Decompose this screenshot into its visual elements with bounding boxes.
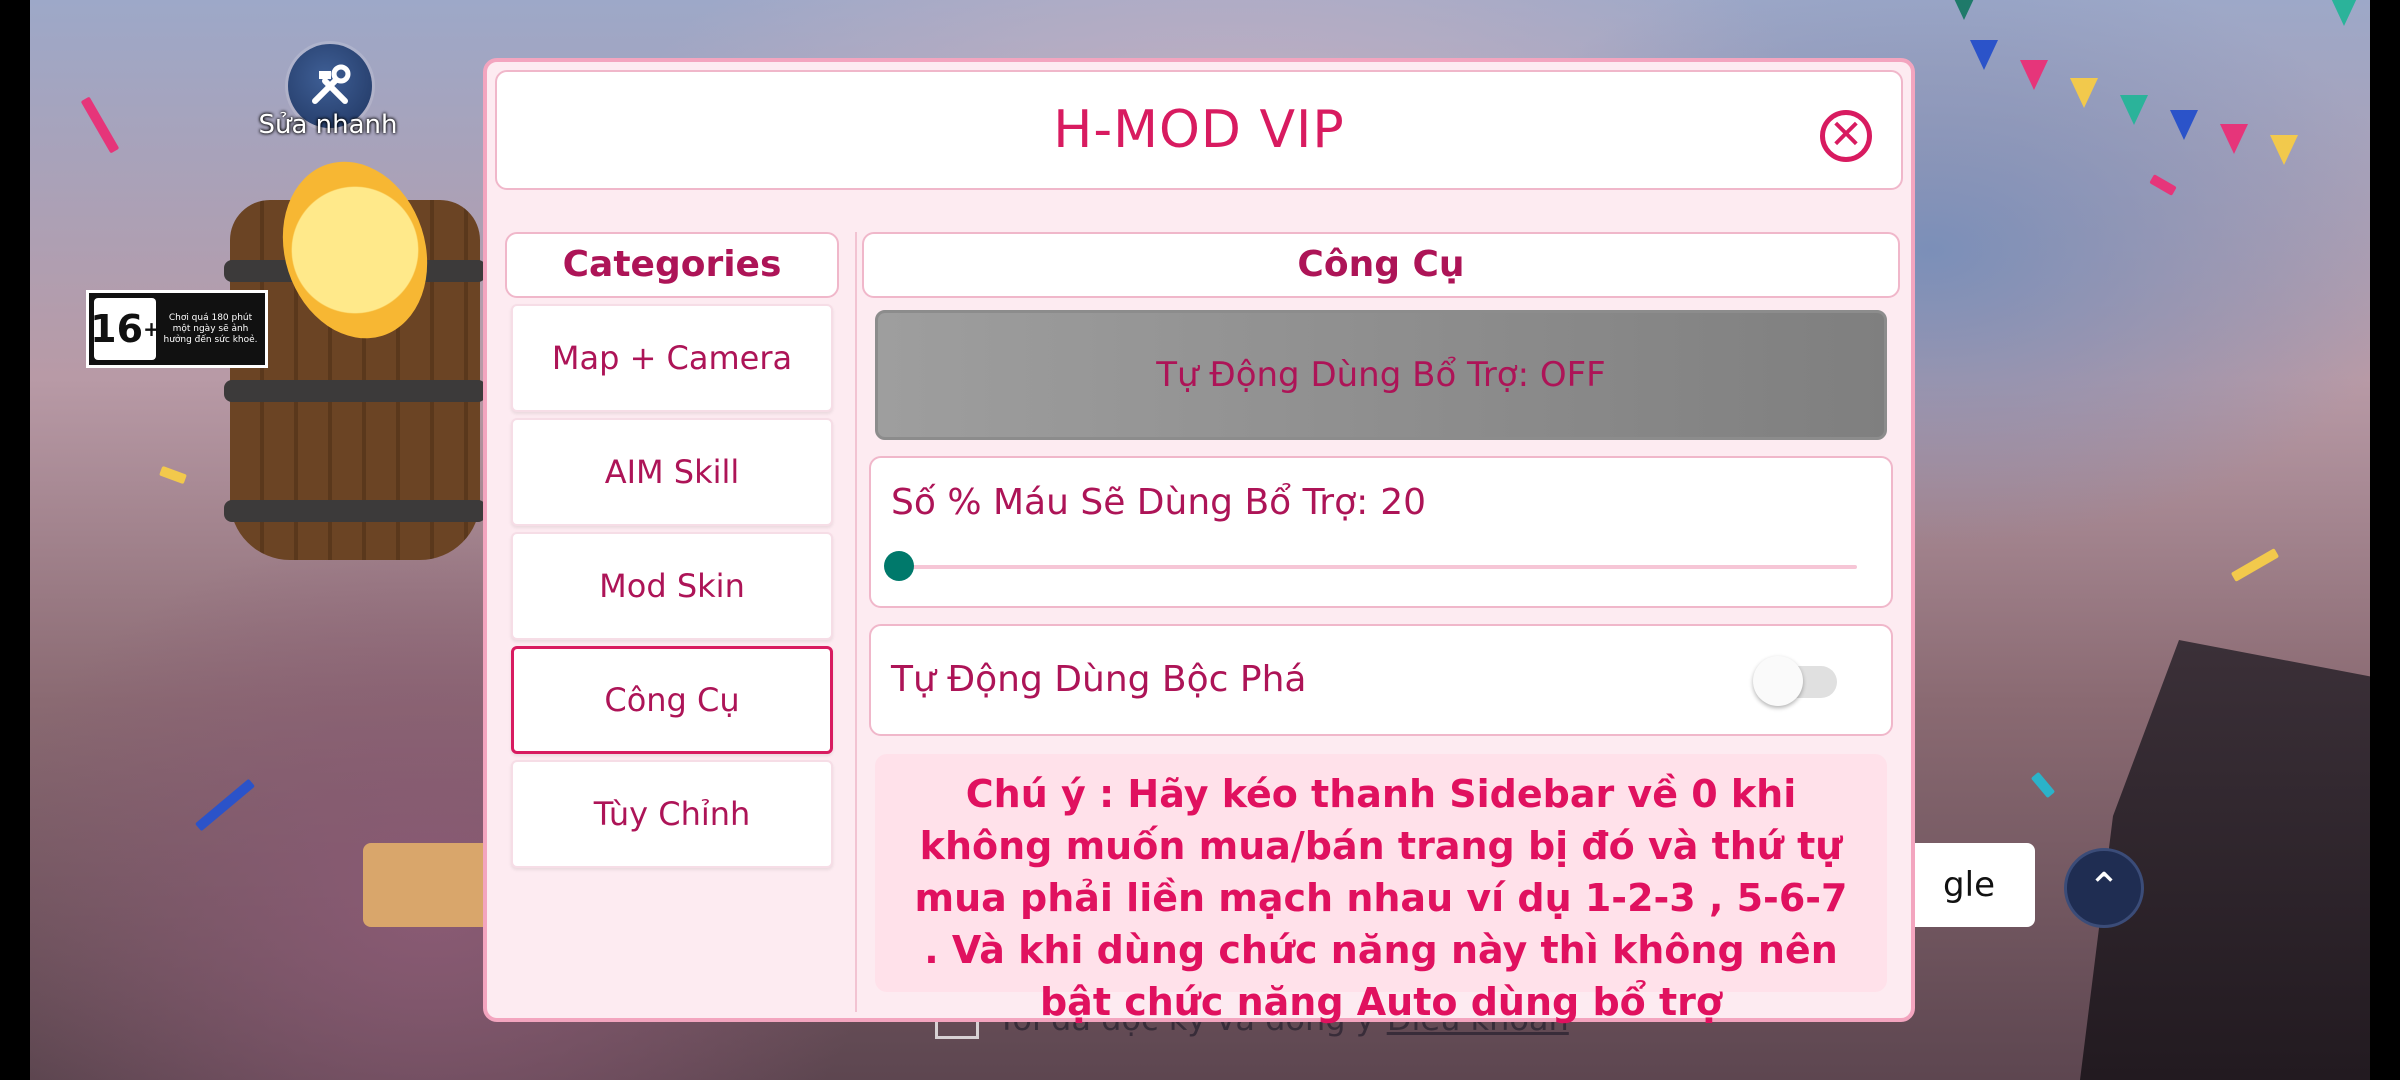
sidebar-item-mod-skin[interactable]: Mod Skin	[511, 532, 833, 640]
auto-support-label: Tự Động Dùng Bổ Trợ: OFF	[1156, 355, 1606, 395]
switch-knob	[1753, 656, 1803, 706]
chevron-up-icon: ⌃	[2087, 865, 2121, 911]
sidebar-item-aim-skill[interactable]: AIM Skill	[511, 418, 833, 526]
google-login-label: gle	[1943, 865, 1995, 905]
repair-tools-icon	[312, 64, 351, 104]
expand-up-button[interactable]: ⌃	[2064, 848, 2144, 928]
hp-threshold-slider[interactable]	[884, 551, 1857, 581]
mod-menu-dialog: H-MOD VIP ✕ Categories Map + Camera AIM …	[483, 58, 1915, 1024]
quick-repair-label: Sửa nhanh	[258, 110, 398, 140]
close-icon[interactable]: ✕	[1820, 110, 1872, 162]
hp-threshold-label: Số % Máu Sẽ Dùng Bổ Trợ: 20	[891, 482, 1427, 523]
notice-text: Chú ý : Hãy kéo thanh Sidebar về 0 khi k…	[875, 754, 1887, 1024]
burst-toggle-switch[interactable]	[1753, 656, 1839, 706]
age-rating-badge: 16 + Chơi quá 180 phút một ngày sẽ ảnh hư…	[86, 290, 268, 368]
dialog-title: H-MOD VIP	[1053, 100, 1345, 160]
categories-sidebar: Categories Map + Camera AIM Skill Mod Sk…	[505, 232, 839, 868]
burst-toggle-label: Tự Động Dùng Bộc Phá	[891, 659, 1307, 700]
auto-support-toggle-button[interactable]: Tự Động Dùng Bổ Trợ: OFF	[875, 310, 1887, 440]
hp-threshold-value: 20	[1380, 482, 1427, 523]
sidebar-item-tuy-chinh[interactable]: Tùy Chỉnh	[511, 760, 833, 868]
sidebar-item-map-camera[interactable]: Map + Camera	[511, 304, 833, 412]
age-rating-note: Chơi quá 180 phút một ngày sẽ ảnh hưởng …	[163, 312, 258, 345]
section-title: Công Cụ	[862, 232, 1900, 298]
sidebar-divider	[855, 232, 857, 1012]
categories-title: Categories	[505, 232, 839, 298]
dialog-header: H-MOD VIP ✕	[495, 70, 1903, 190]
burst-toggle-card: Tự Động Dùng Bộc Phá	[869, 624, 1893, 736]
sidebar-item-cong-cu[interactable]: Công Cụ	[511, 646, 833, 754]
slider-thumb[interactable]	[884, 551, 914, 581]
garena-login-button[interactable]	[363, 843, 503, 927]
hp-threshold-card: Số % Máu Sẽ Dùng Bổ Trợ: 20	[869, 456, 1893, 608]
age-rating-number: 16 +	[90, 298, 160, 360]
